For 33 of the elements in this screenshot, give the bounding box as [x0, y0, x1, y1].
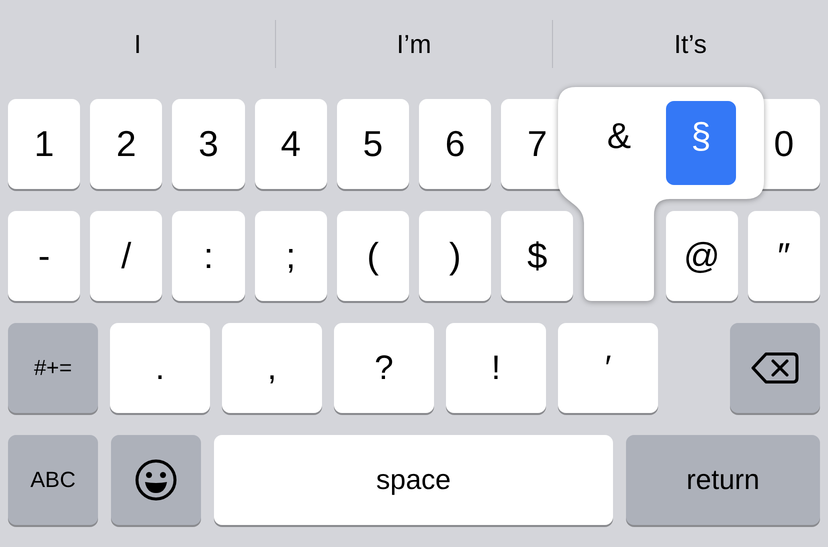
- key[interactable]: 2: [90, 99, 162, 189]
- smiley-icon: [134, 458, 178, 502]
- key[interactable]: -: [8, 211, 80, 301]
- key[interactable]: @: [666, 211, 738, 301]
- backspace-key[interactable]: [730, 323, 820, 413]
- mode-key[interactable]: ABC: [8, 435, 98, 525]
- key[interactable]: !: [446, 323, 546, 413]
- key[interactable]: /: [90, 211, 162, 301]
- key[interactable]: 3: [172, 99, 245, 189]
- mode-key[interactable]: #+=: [8, 323, 98, 413]
- key[interactable]: (: [336, 211, 410, 301]
- key[interactable]: .: [110, 323, 210, 413]
- key[interactable]: $: [501, 211, 574, 301]
- suggestion[interactable]: I’m: [396, 31, 432, 57]
- key[interactable]: ): [419, 211, 492, 301]
- emoji-key[interactable]: [111, 435, 201, 525]
- key[interactable]: ,: [222, 323, 322, 413]
- key[interactable]: ′: [558, 323, 658, 413]
- key[interactable]: 5: [336, 99, 410, 189]
- return-key[interactable]: return: [626, 435, 820, 525]
- space-key[interactable]: space: [214, 435, 613, 525]
- popup-option[interactable]: §: [666, 101, 736, 185]
- suggestion[interactable]: It’s: [674, 31, 707, 57]
- key[interactable]: ?: [334, 323, 434, 413]
- key[interactable]: 6: [419, 99, 492, 189]
- key[interactable]: ;: [254, 211, 327, 301]
- key[interactable]: 1: [8, 99, 80, 189]
- backspace-icon: [751, 351, 799, 385]
- key[interactable]: ″: [748, 211, 820, 301]
- popup-option[interactable]: &: [584, 101, 654, 185]
- key[interactable]: 4: [254, 99, 327, 189]
- suggestion[interactable]: I: [134, 31, 142, 57]
- key[interactable]: :: [172, 211, 245, 301]
